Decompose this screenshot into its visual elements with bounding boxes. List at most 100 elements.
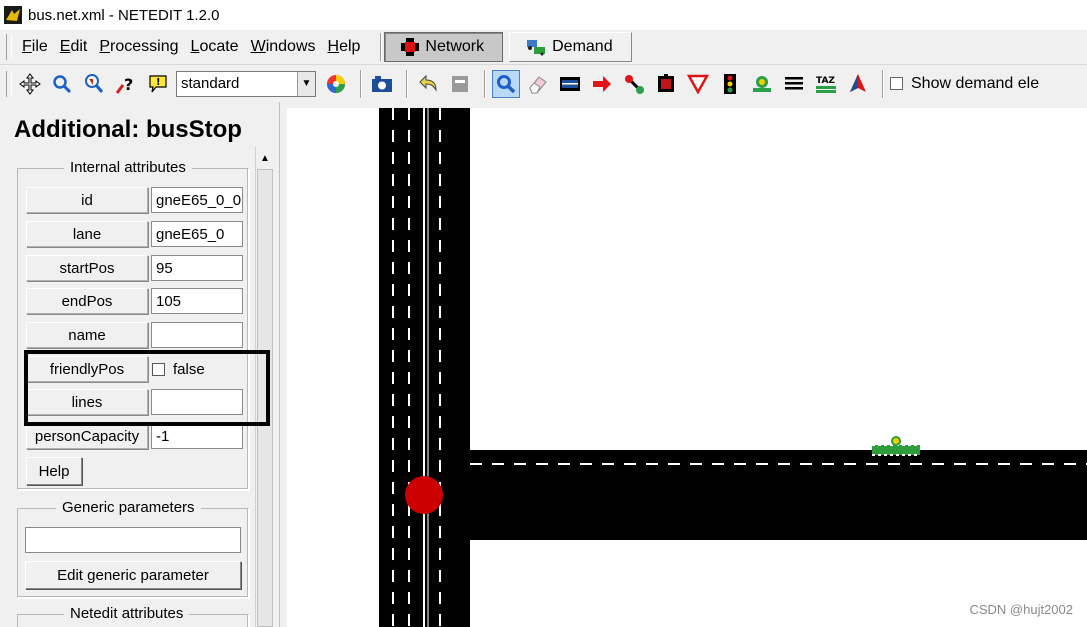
demand-icon (527, 40, 546, 56)
move-mode-button[interactable] (588, 70, 616, 98)
inspect-icon (497, 74, 516, 93)
traffic-light-mode-button[interactable] (716, 70, 744, 98)
connection-icon (658, 73, 674, 92)
prohibition-mode-button[interactable] (684, 70, 712, 98)
attr-row-startpos: startPos 95 (26, 255, 243, 281)
demand-mode-label: Demand (552, 38, 613, 55)
zoom-button[interactable] (48, 70, 76, 98)
highlight-annotation (24, 350, 270, 426)
junction-marker[interactable] (405, 476, 443, 514)
menu-edit[interactable]: Edit (54, 38, 94, 56)
svg-text:?: ? (124, 75, 133, 94)
bus-stop[interactable] (872, 445, 920, 455)
attr-input-endpos[interactable]: 105 (151, 288, 243, 314)
additional-mode-button[interactable] (748, 70, 776, 98)
tooltip-icon: ! (149, 74, 167, 92)
select-icon (560, 76, 580, 91)
undo-button[interactable] (414, 70, 442, 98)
screenshot-button[interactable] (368, 70, 396, 98)
toolbar-separator (360, 69, 362, 98)
locate-icon (85, 73, 104, 93)
attr-label-personcapacity[interactable]: personCapacity (26, 423, 148, 449)
menu-edit-rest: dit (70, 38, 88, 55)
netedit-attributes-legend: Netedit attributes (64, 605, 190, 622)
menu-locate[interactable]: Locate (185, 38, 245, 56)
network-mode-label: Network (425, 38, 485, 55)
scheme-select[interactable]: standard ▼ (176, 70, 316, 97)
recenter-button[interactable] (16, 70, 44, 98)
svg-text:TAZ: TAZ (816, 76, 835, 86)
menu-windows[interactable]: Windows (245, 38, 322, 56)
taz-mode-button[interactable]: TAZ (812, 70, 840, 98)
taz-icon: TAZ (816, 76, 836, 93)
delete-mode-button[interactable] (524, 70, 552, 98)
wire-mode-button[interactable] (780, 70, 808, 98)
edit-generic-parameter-button[interactable]: Edit generic parameter (25, 561, 241, 589)
menu-locate-rest: ocate (199, 38, 239, 55)
attr-label-lane[interactable]: lane (26, 221, 148, 247)
attr-label-startpos[interactable]: startPos (26, 255, 148, 281)
additional-icon (753, 75, 771, 92)
attr-label-name[interactable]: name (26, 322, 148, 348)
attr-input-name[interactable] (151, 322, 243, 348)
polygon-icon (850, 73, 866, 92)
show-demand-toggle[interactable]: Show demand ele (890, 75, 1039, 93)
attr-input-id[interactable]: gneE65_0_0 (151, 187, 243, 213)
demand-mode-button[interactable]: Demand (509, 32, 632, 62)
netedit-app-icon (4, 6, 22, 24)
inspect-mode-button[interactable] (492, 69, 520, 98)
menu-file[interactable]: File (16, 38, 54, 56)
network-mode-button[interactable]: Network (384, 32, 504, 62)
redo-button[interactable] (446, 70, 474, 98)
attr-row-id: id gneE65_0_0 (26, 187, 243, 213)
menu-processing-rest: rocessing (110, 38, 179, 55)
attr-input-lane[interactable]: gneE65_0 (151, 221, 243, 247)
show-demand-label: Show demand ele (911, 74, 1040, 92)
attr-row-personcapacity: personCapacity -1 (26, 423, 243, 449)
menu-processing[interactable]: Processing (93, 38, 184, 56)
title-bar: bus.net.xml - NETEDIT 1.2.0 (0, 0, 1087, 30)
prohibition-icon (687, 74, 709, 94)
menu-file-rest: ile (31, 38, 48, 55)
attr-input-startpos[interactable]: 95 (151, 255, 243, 281)
screenshot-icon (372, 75, 392, 92)
connection-mode-button[interactable] (652, 70, 680, 98)
create-edge-button[interactable] (620, 70, 648, 98)
attr-label-endpos[interactable]: endPos (26, 288, 148, 314)
color-wheel-button[interactable] (322, 70, 350, 98)
toolbar-separator (406, 69, 408, 98)
tooltip-button[interactable]: ! (144, 70, 172, 98)
attr-row-endpos: endPos 105 (26, 288, 243, 314)
help-button[interactable]: ? (112, 70, 140, 98)
scheme-select-value: standard (181, 75, 240, 92)
generic-parameters-legend: Generic parameters (56, 499, 201, 516)
delete-icon (529, 75, 547, 93)
network-view[interactable] (287, 108, 1087, 627)
attributes-panel: Additional: busStop ▲ Internal attribute… (0, 102, 280, 627)
watermark: CSDN @hujt2002 (969, 602, 1073, 617)
window-title: bus.net.xml - NETEDIT 1.2.0 (28, 6, 220, 24)
attr-input-personcapacity[interactable]: -1 (151, 423, 243, 449)
generic-parameters-group: Generic parameters Edit generic paramete… (17, 499, 249, 598)
network-canvas[interactable]: CSDN @hujt2002 (287, 108, 1087, 627)
toolbar-grip[interactable] (6, 70, 12, 97)
menu-grip[interactable] (6, 34, 12, 60)
chevron-down-icon[interactable]: ▼ (297, 71, 315, 96)
menu-help[interactable]: Help (322, 38, 367, 56)
mode-separator (380, 33, 383, 61)
polygon-mode-button[interactable] (844, 70, 872, 98)
toolbar: ? ! standard ▼ TAZ Show demand ele (0, 64, 1087, 102)
attr-row-lane: lane gneE65_0 (26, 221, 243, 247)
color-wheel-icon (327, 74, 345, 93)
attr-label-id[interactable]: id (26, 187, 148, 213)
toolbar-separator (882, 69, 884, 98)
show-demand-checkbox[interactable] (890, 77, 903, 90)
scroll-up-arrow-icon[interactable]: ▲ (256, 147, 274, 169)
create-edge-icon (625, 74, 644, 94)
generic-parameters-input[interactable] (25, 527, 241, 553)
select-mode-button[interactable] (556, 70, 584, 98)
help-button[interactable]: Help (26, 457, 82, 485)
recenter-icon (19, 72, 41, 95)
menu-bar: File Edit Processing Locate Windows Help… (0, 30, 1087, 64)
locate-button[interactable] (80, 70, 108, 98)
